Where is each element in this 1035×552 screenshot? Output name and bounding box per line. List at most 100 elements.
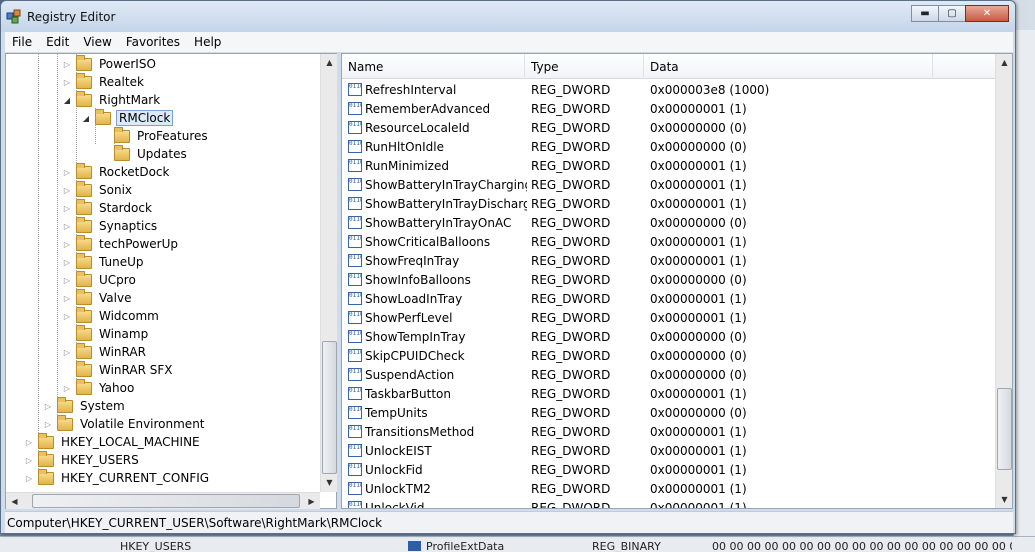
scroll-up-icon[interactable]: ▲ bbox=[321, 54, 338, 71]
tree-item[interactable]: ProFeatures bbox=[100, 126, 210, 145]
registry-value-row[interactable]: 0110 1001ShowPerfLevel REG_DWORD 0x0000000… bbox=[342, 308, 995, 327]
expand-arrow-icon[interactable]: ▷ bbox=[62, 163, 72, 181]
tree-item[interactable]: Winamp bbox=[62, 324, 150, 343]
collapse-arrow-icon[interactable]: ◢ bbox=[62, 91, 72, 109]
menu-file[interactable]: File bbox=[5, 35, 39, 49]
value-type: REG_DWORD bbox=[531, 82, 611, 97]
expand-arrow-icon[interactable]: ▷ bbox=[43, 397, 53, 415]
scroll-right-icon[interactable]: ▶ bbox=[303, 493, 320, 510]
tree-item[interactable]: ▷ HKEY_LOCAL_MACHINE bbox=[24, 432, 202, 451]
registry-value-row[interactable]: 0110 1001ShowTempInTray REG_DWORD 0x000000… bbox=[342, 327, 995, 346]
expand-arrow-icon[interactable]: ▷ bbox=[43, 415, 53, 433]
list-vertical-scrollbar[interactable]: ▲ ▼ bbox=[995, 54, 1012, 508]
registry-value-row[interactable]: 0110 1001UnlockTM2 REG_DWORD 0x00000001 (1… bbox=[342, 479, 995, 498]
registry-value-row[interactable]: 0110 1001RefreshInterval REG_DWORD 0x00000… bbox=[342, 80, 995, 99]
tree-item[interactable]: ▷ Widcomm bbox=[62, 306, 161, 325]
expand-arrow-icon[interactable]: ▷ bbox=[62, 217, 72, 235]
tree-item[interactable]: ▷ UCpro bbox=[62, 270, 138, 289]
tree-item[interactable]: ▷ Synaptics bbox=[62, 216, 159, 235]
close-button[interactable]: ✕ bbox=[965, 5, 1009, 22]
menu-view[interactable]: View bbox=[76, 35, 118, 49]
menu-edit[interactable]: Edit bbox=[39, 35, 76, 49]
tree-item[interactable]: Updates bbox=[100, 144, 189, 163]
expand-arrow-icon[interactable]: ▷ bbox=[62, 343, 72, 361]
registry-value-row[interactable]: 0110 1001UnlockEIST REG_DWORD 0x00000001 (… bbox=[342, 441, 995, 460]
expand-arrow-icon[interactable]: ▷ bbox=[24, 433, 34, 451]
tree-item[interactable]: ▷ PowerISO bbox=[62, 54, 158, 73]
tree-item[interactable]: ▷ Yahoo bbox=[62, 378, 136, 397]
tree-horizontal-scrollbar[interactable]: ◀ ▶ bbox=[6, 492, 320, 509]
tree-hscroll-thumb[interactable] bbox=[32, 494, 300, 508]
scroll-down-icon[interactable]: ▼ bbox=[996, 491, 1013, 508]
menu-favorites[interactable]: Favorites bbox=[119, 35, 187, 49]
expand-arrow-icon[interactable]: ▷ bbox=[62, 199, 72, 217]
tree-item[interactable]: ◢ RMClock bbox=[81, 108, 174, 127]
tree-item[interactable]: ▷ Sonix bbox=[62, 180, 134, 199]
tree-item[interactable]: ▷ RocketDock bbox=[62, 162, 171, 181]
expand-arrow-icon[interactable]: ▷ bbox=[62, 307, 72, 325]
tree-item[interactable]: ▷ System bbox=[43, 396, 127, 415]
expand-arrow-icon[interactable]: ▷ bbox=[62, 253, 72, 271]
registry-value-row[interactable]: 0110 1001ShowLoadInTray REG_DWORD 0x000000… bbox=[342, 289, 995, 308]
scroll-left-icon[interactable]: ◀ bbox=[6, 493, 23, 510]
value-name: RememberAdvanced bbox=[365, 101, 491, 116]
tree-item[interactable]: WinRAR SFX bbox=[62, 360, 175, 379]
registry-value-row[interactable]: 0110 1001ShowCriticalBalloons REG_DWORD 0x… bbox=[342, 232, 995, 251]
minimize-button[interactable]: ▬ bbox=[911, 5, 939, 22]
dword-value-icon: 0110 1001 bbox=[348, 292, 362, 305]
dword-value-icon: 0110 1001 bbox=[348, 140, 362, 153]
registry-value-row[interactable]: 0110 1001UnlockFid REG_DWORD 0x00000001 (1… bbox=[342, 460, 995, 479]
expand-arrow-icon[interactable]: ▷ bbox=[62, 73, 72, 91]
registry-value-row[interactable]: 0110 1001ShowBatteryInTrayDischargi... RE… bbox=[342, 194, 995, 213]
scroll-down-icon[interactable]: ▼ bbox=[321, 474, 338, 491]
value-name: UnlockEIST bbox=[365, 443, 432, 458]
expand-arrow-icon[interactable]: ▷ bbox=[62, 181, 72, 199]
list-scroll-thumb[interactable] bbox=[997, 388, 1012, 470]
expand-arrow-icon[interactable]: ▷ bbox=[62, 55, 72, 73]
title-bar[interactable]: Registry Editor ▬ ▢ ✕ bbox=[1, 1, 1015, 32]
value-data: 0x00000001 (1) bbox=[650, 310, 747, 325]
tree-item[interactable]: ▷ Stardock bbox=[62, 198, 154, 217]
column-header-data[interactable]: Data bbox=[644, 54, 933, 79]
registry-value-row[interactable]: 0110 1001TaskbarButton REG_DWORD 0x0000000… bbox=[342, 384, 995, 403]
collapse-arrow-icon[interactable]: ◢ bbox=[81, 109, 91, 127]
folder-icon bbox=[38, 432, 54, 449]
registry-value-row[interactable]: 0110 1001ShowBatteryInTrayOnAC REG_DWORD 0… bbox=[342, 213, 995, 232]
registry-value-row[interactable]: 0110 1001ShowBatteryInTrayCharging REG_DW… bbox=[342, 175, 995, 194]
tree-item[interactable]: ▷ HKEY_CURRENT_CONFIG bbox=[24, 468, 211, 487]
expand-arrow-icon[interactable]: ▷ bbox=[62, 379, 72, 397]
expand-arrow-icon[interactable]: ▷ bbox=[24, 451, 34, 469]
registry-value-row[interactable]: 0110 1001SuspendAction REG_DWORD 0x0000000… bbox=[342, 365, 995, 384]
registry-value-row[interactable]: 0110 1001UnlockVid REG_DWORD 0x00000001 (1… bbox=[342, 498, 995, 508]
expand-arrow-icon[interactable]: ▷ bbox=[62, 289, 72, 307]
column-header-name[interactable]: Name bbox=[342, 54, 525, 79]
registry-value-row[interactable]: 0110 1001RunHltOnIdle REG_DWORD 0x00000000… bbox=[342, 137, 995, 156]
maximize-button[interactable]: ▢ bbox=[938, 5, 966, 22]
expand-arrow-icon[interactable]: ▷ bbox=[62, 271, 72, 289]
registry-value-row[interactable]: 0110 1001TransitionsMethod REG_DWORD 0x000… bbox=[342, 422, 995, 441]
expand-arrow-icon[interactable]: ▷ bbox=[62, 235, 72, 253]
tree-item[interactable]: ▷ TuneUp bbox=[62, 252, 146, 271]
tree-item[interactable]: ▷ Volatile Environment bbox=[43, 414, 207, 433]
expand-arrow-icon[interactable]: ▷ bbox=[24, 469, 34, 487]
tree-item[interactable]: ▷ HKEY_USERS bbox=[24, 450, 141, 469]
scroll-up-icon[interactable]: ▲ bbox=[996, 54, 1013, 71]
registry-value-row[interactable]: 0110 1001ShowInfoBalloons REG_DWORD 0x0000… bbox=[342, 270, 995, 289]
registry-value-row[interactable]: 0110 1001TempUnits REG_DWORD 0x00000000 (0… bbox=[342, 403, 995, 422]
tree-item[interactable]: ◢ RightMark bbox=[62, 90, 162, 109]
column-header-type[interactable]: Type bbox=[525, 54, 644, 79]
tree-item[interactable]: ▷ WinRAR bbox=[62, 342, 148, 361]
tree-item[interactable]: ▷ Valve bbox=[62, 288, 133, 307]
registry-value-row[interactable]: 0110 1001ResourceLocaleId REG_DWORD 0x0000… bbox=[342, 118, 995, 137]
registry-value-row[interactable]: 0110 1001RememberAdvanced REG_DWORD 0x0000… bbox=[342, 99, 995, 118]
tree-vertical-scrollbar[interactable]: ▲ ▼ bbox=[320, 54, 337, 492]
registry-value-row[interactable]: 0110 1001SkipCPUIDCheck REG_DWORD 0x000000… bbox=[342, 346, 995, 365]
registry-value-row[interactable]: 0110 1001RunMinimized REG_DWORD 0x00000001… bbox=[342, 156, 995, 175]
key-tree-pane[interactable]: ▷ PowerISO ▷ Realtek ◢ RightMark ◢ RMClock ProFe… bbox=[5, 53, 337, 509]
tree-scroll-thumb[interactable] bbox=[322, 341, 337, 474]
menu-help[interactable]: Help bbox=[187, 35, 228, 49]
tree-item[interactable]: ▷ techPowerUp bbox=[62, 234, 180, 253]
tree-item[interactable]: ▷ Realtek bbox=[62, 72, 146, 91]
values-list-pane[interactable]: Name Type Data 0110 1001RefreshIntervalR… bbox=[341, 53, 1013, 509]
registry-value-row[interactable]: 0110 1001ShowFreqInTray REG_DWORD 0x000000… bbox=[342, 251, 995, 270]
